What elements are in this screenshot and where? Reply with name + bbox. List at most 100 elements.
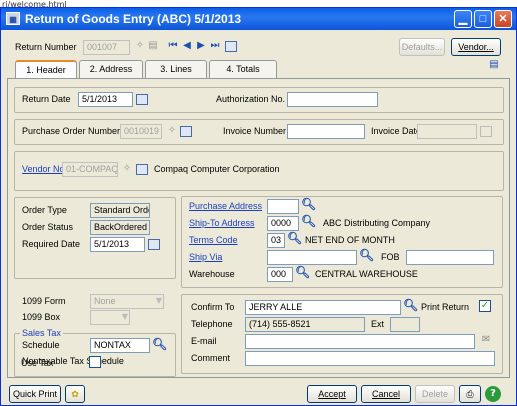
tab-header[interactable]: 1. Header [15, 60, 77, 80]
first-record-icon[interactable]: ⏮ [167, 39, 179, 53]
accept-button[interactable]: Accept [307, 385, 357, 403]
invoice-number-field[interactable] [287, 124, 365, 139]
paint-icon[interactable]: ✿ [65, 385, 85, 403]
vendor-name-text: Compaq Computer Corporation [154, 164, 280, 174]
email-label: E-mail [191, 336, 217, 346]
minimize-button[interactable]: ▁ [454, 10, 472, 28]
schedule-field[interactable]: NONTAX [90, 338, 150, 353]
vendor-no-field[interactable]: 01-COMPAQ [62, 162, 118, 177]
print-return-checkbox[interactable]: ✓ [479, 300, 491, 312]
use-tax-label: Use Tax [21, 358, 54, 368]
authorization-label: Authorization No. [216, 94, 286, 104]
lookup-wand-icon[interactable]: ✧ [133, 39, 147, 53]
vendor-list-icon[interactable] [136, 164, 148, 175]
order-status-label: Order Status [22, 222, 74, 232]
last-record-icon[interactable]: ⏭ [209, 39, 221, 53]
tab-lines[interactable]: 3. Lines [145, 60, 207, 78]
return-date-calendar-icon[interactable] [136, 94, 148, 105]
telephone-label: Telephone [191, 319, 233, 329]
comment-label: Comment [191, 353, 231, 363]
vendor-lookup-wand-icon[interactable]: ✧ [120, 162, 134, 176]
required-date-label: Required Date [22, 239, 81, 249]
previous-record-icon[interactable]: ◀ [181, 39, 193, 53]
telephone-field[interactable]: (714) 555-8521 [245, 317, 365, 332]
quick-print-button[interactable]: Quick Print [9, 385, 61, 403]
po-list-icon[interactable] [180, 126, 192, 137]
ship-to-search-icon[interactable]: 🔍︎ [301, 214, 316, 228]
terms-code-field[interactable]: 03 [267, 233, 285, 248]
print-return-label: Print Return [421, 302, 470, 312]
vendor-button[interactable]: Vendor... [451, 38, 501, 56]
required-date-calendar-icon[interactable] [148, 239, 160, 250]
ship-via-link[interactable]: Ship Via [189, 252, 222, 262]
confirm-to-label: Confirm To [191, 302, 235, 312]
ship-via-field[interactable] [267, 250, 357, 265]
terms-code-link[interactable]: Terms Code [189, 235, 238, 245]
invoice-date-field[interactable] [417, 124, 477, 139]
authorization-field[interactable] [287, 92, 378, 107]
sales-tax-group-label: Sales Tax [20, 328, 63, 338]
maximize-button[interactable]: □ [474, 10, 492, 28]
tab-totals[interactable]: 4. Totals [209, 60, 277, 78]
box-1099-label: 1099 Box [22, 312, 61, 322]
fob-field[interactable] [406, 250, 494, 265]
calendar-icon[interactable] [225, 41, 237, 52]
invoice-number-label: Invoice Number [223, 126, 287, 136]
ext-field[interactable] [390, 317, 420, 332]
po-number-field[interactable]: 0010019 [120, 124, 162, 139]
order-status-field[interactable]: BackOrdered [90, 220, 150, 235]
invoice-date-calendar-icon[interactable] [480, 126, 492, 137]
warehouse-field[interactable]: 000 [267, 267, 293, 282]
envelope-icon[interactable]: ✉ [479, 333, 493, 347]
ship-to-address-field[interactable]: 0000 [267, 216, 299, 231]
box-1099-chevron-down-icon[interactable]: ▼ [120, 310, 130, 324]
purchase-address-search-icon[interactable]: 🔍︎ [301, 197, 316, 211]
form-1099-label: 1099 Form [22, 296, 66, 306]
order-type-label: Order Type [22, 205, 67, 215]
ship-via-search-icon[interactable]: 🔍︎ [359, 248, 374, 262]
return-of-goods-window: ▦ Return of Goods Entry (ABC) 5/1/2013 ▁… [0, 7, 517, 406]
po-number-label: Purchase Order Number [22, 126, 121, 136]
purchase-address-field[interactable] [267, 199, 299, 214]
delete-button[interactable]: Delete [415, 385, 455, 403]
return-date-field[interactable]: 5/1/2013 [78, 92, 133, 107]
required-date-field[interactable]: 5/1/2013 [90, 237, 145, 252]
client-area: Return Number 001007 ✧ ▤ ⏮ ◀ ▶ ⏭ Default… [1, 30, 516, 405]
fob-label: FOB [381, 252, 400, 262]
vendor-no-link[interactable]: Vendor No. [22, 164, 67, 174]
return-date-label: Return Date [22, 94, 71, 104]
warehouse-name-text: CENTRAL WAREHOUSE [315, 269, 418, 279]
use-tax-checkbox[interactable] [89, 356, 101, 368]
help-icon[interactable]: ? [485, 386, 501, 402]
return-number-label: Return Number [15, 42, 77, 52]
order-type-field[interactable]: Standard Order [90, 203, 150, 218]
title-bar: ▦ Return of Goods Entry (ABC) 5/1/2013 ▁… [1, 8, 516, 30]
list-icon[interactable]: ▤ [147, 39, 159, 53]
close-button[interactable]: ✕ [494, 10, 512, 28]
window-title: Return of Goods Entry (ABC) 5/1/2013 [25, 12, 242, 26]
warehouse-label: Warehouse [189, 269, 235, 279]
po-lookup-wand-icon[interactable]: ✧ [165, 124, 179, 138]
ext-label: Ext [371, 319, 385, 329]
schedule-search-icon[interactable]: 🔍︎ [152, 337, 167, 351]
next-record-icon[interactable]: ▶ [195, 39, 207, 53]
printer-icon[interactable]: ⎙ [459, 385, 481, 403]
email-field[interactable] [245, 334, 475, 349]
form-1099-chevron-down-icon[interactable]: ▼ [154, 294, 164, 308]
return-number-field[interactable]: 001007 [83, 40, 130, 55]
printer-settings-icon[interactable]: ▤ [487, 58, 501, 72]
confirm-to-field[interactable]: JERRY ALLE [245, 300, 401, 315]
confirm-to-search-icon[interactable]: 🔍︎ [403, 298, 418, 312]
terms-description-text: NET END OF MONTH [305, 235, 395, 245]
warehouse-search-icon[interactable]: 🔍︎ [295, 265, 310, 279]
defaults-button[interactable]: Defaults... [399, 38, 445, 56]
ship-to-address-link[interactable]: Ship-To Address [189, 218, 255, 228]
cancel-button[interactable]: Cancel [361, 385, 411, 403]
app-icon: ▦ [6, 12, 20, 25]
purchase-address-link[interactable]: Purchase Address [189, 201, 262, 211]
terms-code-search-icon[interactable]: 🔍︎ [287, 231, 302, 245]
form-1099-select[interactable]: None [90, 294, 164, 309]
comment-field[interactable] [245, 351, 495, 366]
tab-address[interactable]: 2. Address [79, 60, 143, 78]
invoice-date-label: Invoice Date [371, 126, 422, 136]
